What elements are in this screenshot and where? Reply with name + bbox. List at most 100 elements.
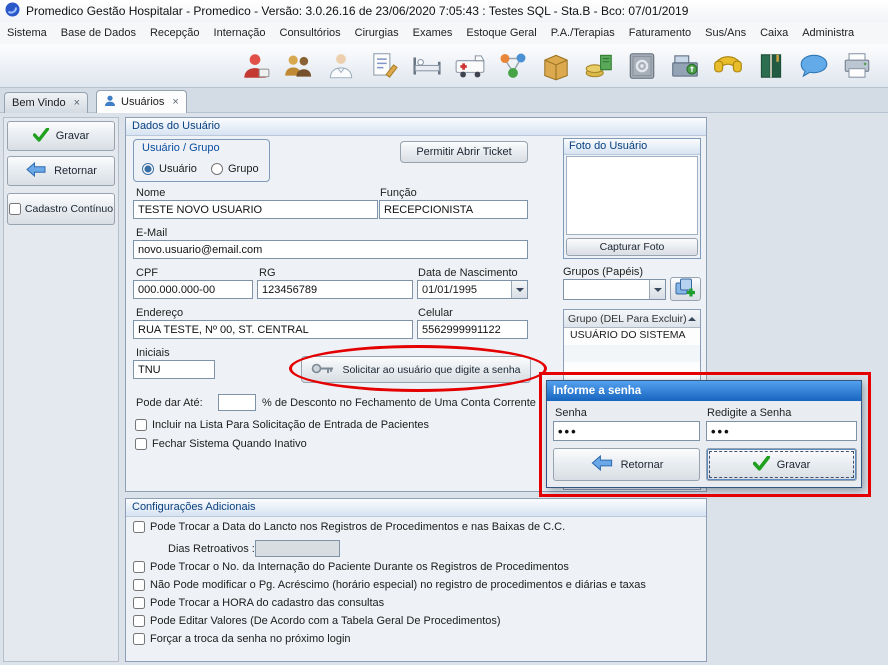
- doctor-icon[interactable]: [324, 49, 358, 83]
- trocar-data-row[interactable]: Pode Trocar a Data do Lancto nos Registr…: [133, 521, 565, 533]
- editar-valores-row[interactable]: Pode Editar Valores (De Acordo com a Tab…: [133, 615, 501, 627]
- retornar-button[interactable]: Retornar: [7, 156, 115, 186]
- staff-icon[interactable]: [281, 49, 315, 83]
- iniciais-input[interactable]: [133, 360, 215, 379]
- desconto-input[interactable]: [218, 394, 256, 411]
- dialog-title-bar: Informe a senha: [547, 381, 861, 401]
- menu-item-administracao[interactable]: Administra: [795, 23, 861, 43]
- nao-pode-modificar-row[interactable]: Não Pode modificar o Pg. Acréscimo (horá…: [133, 579, 646, 591]
- tab-label: Usuários: [121, 96, 164, 108]
- stock-box-icon[interactable]: [539, 49, 573, 83]
- foto-panel-title: Foto do Usuário: [569, 140, 647, 152]
- menu-item-pa-terapias[interactable]: P.A./Terapias: [544, 23, 622, 43]
- solicitar-senha-button[interactable]: Solicitar ao usuário que digite a senha: [301, 356, 531, 383]
- menu-item-base-de-dados[interactable]: Base de Dados: [54, 23, 143, 43]
- endereco-input[interactable]: [133, 320, 413, 339]
- incluir-lista-row[interactable]: Incluir na Lista Para Solicitação de Ent…: [135, 419, 429, 431]
- ledger-book-icon[interactable]: [754, 49, 788, 83]
- toggle-label: Cadastro Contínuo: [25, 203, 113, 215]
- billing-icon[interactable]: [582, 49, 616, 83]
- printer-icon[interactable]: [840, 49, 874, 83]
- redigite-senha-input[interactable]: [706, 421, 857, 441]
- celular-input[interactable]: [417, 320, 528, 339]
- senha-input[interactable]: [553, 421, 700, 441]
- checkbox-label: Incluir na Lista Para Solicitação de Ent…: [152, 419, 429, 431]
- cash-register-icon[interactable]: [668, 49, 702, 83]
- panel-title: Dados do Usuário: [132, 120, 220, 132]
- emergency-contact-icon[interactable]: [238, 49, 272, 83]
- phone-icon[interactable]: [711, 49, 745, 83]
- nome-input[interactable]: [133, 200, 378, 219]
- button-label: Retornar: [621, 459, 664, 471]
- fechar-sistema-row[interactable]: Fechar Sistema Quando Inativo: [135, 438, 307, 450]
- forcar-troca-senha-checkbox[interactable]: [133, 633, 145, 645]
- menu-item-estoque-geral[interactable]: Estoque Geral: [459, 23, 543, 43]
- title-bar: Promedico Gestão Hospitalar - Promedico …: [0, 0, 888, 22]
- trocar-no-internacao-row[interactable]: Pode Trocar o No. da Internação do Pacie…: [133, 561, 569, 573]
- tab-bem-vindo[interactable]: Bem Vindo ×: [4, 92, 88, 113]
- radio-label: Usuário: [159, 163, 197, 175]
- cadastro-continuo-toggle[interactable]: Cadastro Contínuo: [7, 193, 115, 225]
- menu-item-caixa[interactable]: Caixa: [753, 23, 795, 43]
- check-icon: [753, 456, 770, 474]
- tab-close-icon[interactable]: ×: [169, 96, 178, 108]
- tab-close-icon[interactable]: ×: [71, 97, 80, 109]
- menu-item-exames[interactable]: Exames: [406, 23, 460, 43]
- trocar-data-checkbox[interactable]: [133, 521, 145, 533]
- gravar-button[interactable]: Gravar: [7, 121, 115, 151]
- cpf-input[interactable]: [133, 280, 253, 299]
- arrow-left-icon: [590, 455, 614, 474]
- permitir-abrir-ticket-button[interactable]: Permitir Abrir Ticket: [400, 141, 528, 163]
- menu-item-consultorios[interactable]: Consultórios: [273, 23, 348, 43]
- add-grupo-button[interactable]: [670, 277, 701, 301]
- grupos-dropdown-button[interactable]: [649, 280, 665, 299]
- fechar-sistema-checkbox[interactable]: [135, 438, 147, 450]
- desconto-prefix-label: Pode dar Até:: [136, 397, 203, 409]
- radio-usuario[interactable]: Usuário: [142, 163, 197, 175]
- cadastro-continuo-checkbox[interactable]: [9, 203, 21, 215]
- grupo-list-header[interactable]: Grupo (DEL Para Excluir): [564, 310, 700, 328]
- button-label: Gravar: [777, 459, 811, 471]
- trocar-hora-checkbox[interactable]: [133, 597, 145, 609]
- statistics-icon[interactable]: [496, 49, 530, 83]
- list-item[interactable]: USUÁRIO DO SISTEMA: [564, 328, 700, 345]
- editar-valores-checkbox[interactable]: [133, 615, 145, 627]
- redigite-label: Redigite a Senha: [707, 407, 791, 419]
- usuario-grupo-groupbox: Usuário / Grupo Usuário Grupo: [133, 139, 270, 182]
- dialog-gravar-button[interactable]: Gravar: [706, 448, 857, 481]
- trocar-hora-row[interactable]: Pode Trocar a HORA do cadastro das consu…: [133, 597, 384, 609]
- chat-icon[interactable]: [797, 49, 831, 83]
- menu-item-sistema[interactable]: Sistema: [0, 23, 54, 43]
- cpf-label: CPF: [136, 267, 158, 279]
- checkbox-label: Pode Editar Valores (De Acordo com a Tab…: [150, 615, 501, 627]
- menu-item-recepcao[interactable]: Recepção: [143, 23, 207, 43]
- hospital-bed-icon[interactable]: [410, 49, 444, 83]
- nao-pode-modificar-checkbox[interactable]: [133, 579, 145, 591]
- safe-icon[interactable]: [625, 49, 659, 83]
- menu-item-cirurgias[interactable]: Cirurgias: [348, 23, 406, 43]
- forcar-troca-senha-row[interactable]: Forçar a troca da senha no próximo login: [133, 633, 351, 645]
- medical-records-icon[interactable]: [367, 49, 401, 83]
- capturar-foto-button[interactable]: Capturar Foto: [566, 238, 698, 256]
- dialog-retornar-button[interactable]: Retornar: [553, 448, 700, 481]
- menu-item-sus-ans[interactable]: Sus/Ans: [698, 23, 753, 43]
- email-input[interactable]: [133, 240, 528, 259]
- menu-item-internacao[interactable]: Internação: [207, 23, 273, 43]
- ambulance-icon[interactable]: [453, 49, 487, 83]
- incluir-lista-checkbox[interactable]: [135, 419, 147, 431]
- nascimento-combobox[interactable]: 01/01/1995: [417, 280, 528, 299]
- funcao-input[interactable]: [379, 200, 528, 219]
- radio-grupo[interactable]: Grupo: [211, 163, 259, 175]
- trocar-no-internacao-checkbox[interactable]: [133, 561, 145, 573]
- nascimento-dropdown-button[interactable]: [511, 281, 527, 298]
- usuario-radio[interactable]: [142, 163, 154, 175]
- group-title: Usuário / Grupo: [142, 142, 220, 154]
- menu-item-faturamento[interactable]: Faturamento: [622, 23, 698, 43]
- grupos-combobox[interactable]: [563, 279, 666, 300]
- grupo-radio[interactable]: [211, 163, 223, 175]
- app-logo-icon: [5, 2, 20, 20]
- endereco-label: Endereço: [136, 307, 183, 319]
- tab-usuarios[interactable]: Usuários ×: [96, 90, 187, 113]
- scroll-up-icon[interactable]: [688, 317, 696, 321]
- rg-input[interactable]: [257, 280, 413, 299]
